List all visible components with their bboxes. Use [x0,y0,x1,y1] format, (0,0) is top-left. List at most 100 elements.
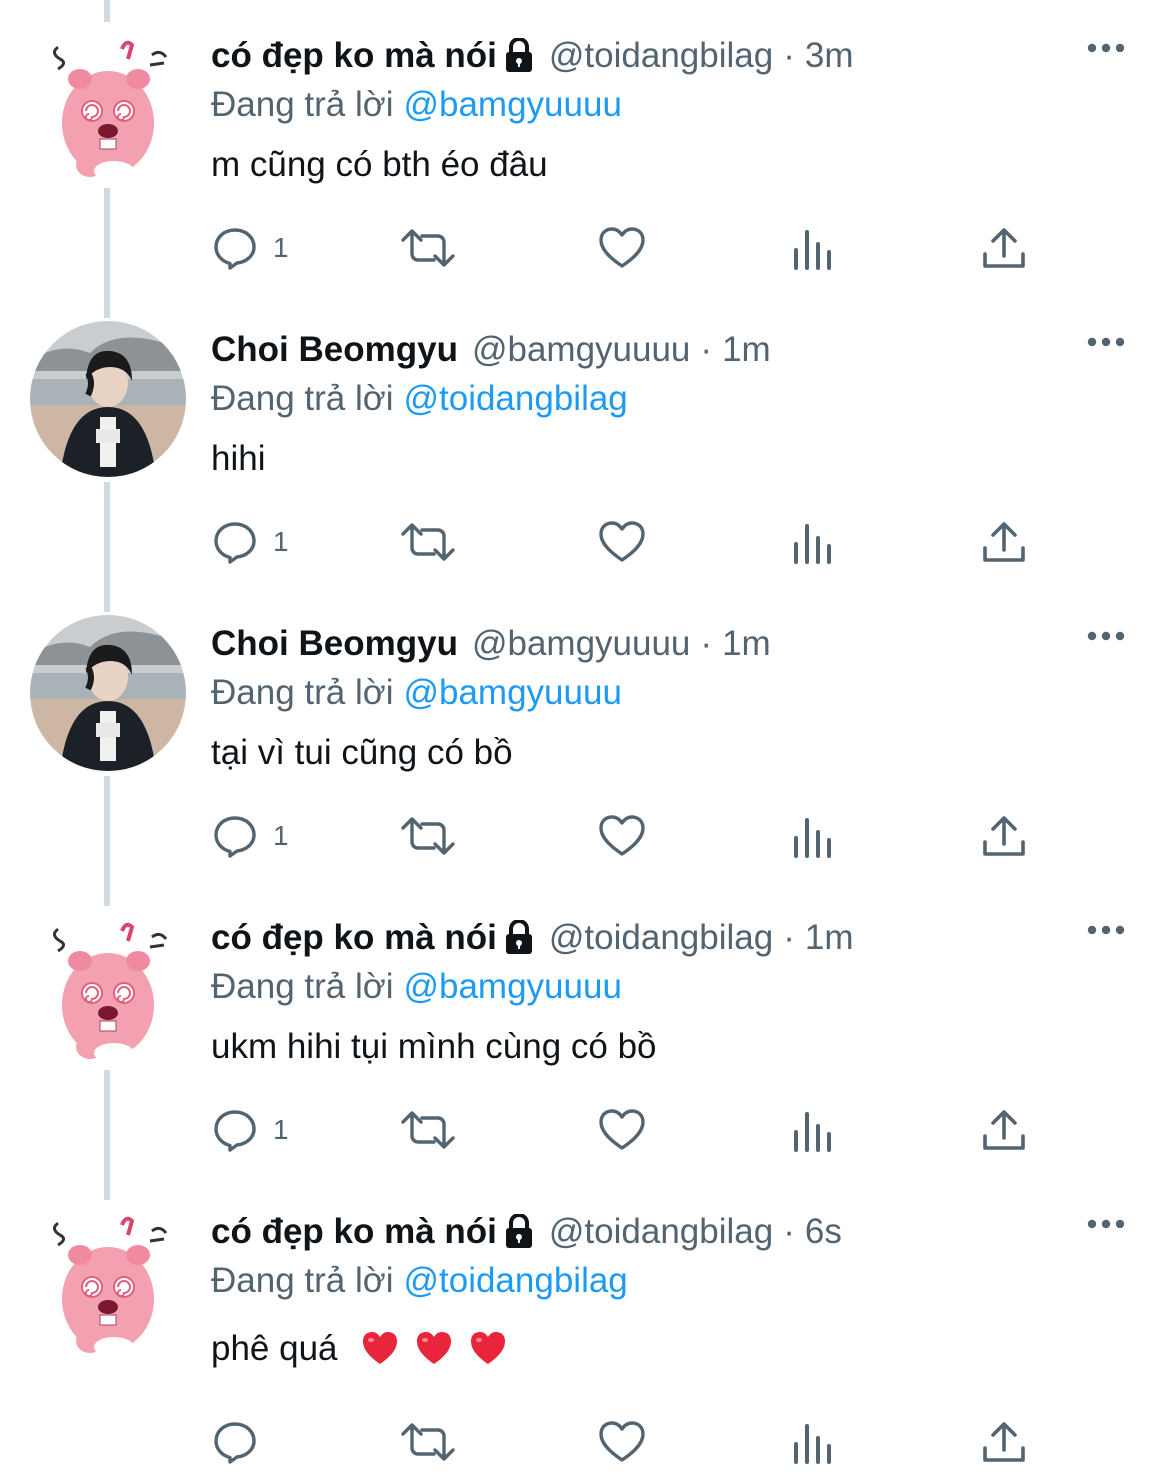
mention-link[interactable]: @toidangbilag [403,1261,627,1300]
tweet[interactable]: có đẹp ko mà nói @toidangbilag · 1m Đang… [0,882,1170,1176]
red-heart-emoji [417,1332,451,1364]
reply-count: 1 [273,1114,289,1145]
separator-dot: · [783,36,795,75]
replying-to: Đang trả lời @bamgyuuuu [211,670,622,716]
tweet[interactable]: Choi Beomgyu @bamgyuuuu · 1m Đang trả lờ… [0,588,1170,882]
like-button[interactable] [597,1414,647,1470]
user-handle[interactable]: @toidangbilag [549,33,773,79]
beach-photo-avatar[interactable] [30,321,186,477]
display-name[interactable]: Choi Beomgyu [211,327,458,373]
retweet-button[interactable] [399,1414,457,1470]
display-name[interactable]: có đẹp ko mà nói [211,1209,497,1255]
views-button[interactable] [791,1102,835,1158]
timestamp[interactable]: 6s [805,1209,842,1255]
timestamp[interactable]: 3m [805,33,854,79]
replying-to-label: Đang trả lời [211,379,394,418]
tweet-actions: 1 [211,808,1091,864]
pink-beaver-avatar[interactable] [30,909,186,1065]
reply-icon [214,228,256,270]
more-icon[interactable] [1086,1218,1126,1230]
like-icon [599,1421,645,1462]
views-icon [794,818,831,858]
like-button[interactable] [597,514,647,570]
reply-icon [214,1110,256,1152]
tweet-actions: 1 [211,1102,1091,1158]
red-heart-emoji [470,1332,505,1364]
views-button[interactable] [791,808,835,864]
replying-to-label: Đang trả lời [211,85,394,124]
like-button[interactable] [597,1102,647,1158]
retweet-icon [401,817,455,855]
display-name[interactable]: Choi Beomgyu [211,621,458,667]
tweet[interactable]: Choi Beomgyu @bamgyuuuu · 1m Đang trả lờ… [0,294,1170,588]
tweet-text: hihi [211,439,266,478]
timestamp[interactable]: 1m [805,915,854,961]
share-icon [983,1110,1025,1150]
timestamp[interactable]: 1m [722,327,771,373]
more-icon[interactable] [1086,630,1126,642]
user-handle[interactable]: @toidangbilag [549,915,773,961]
reply-button[interactable]: 1 [211,220,289,276]
like-icon [599,521,645,562]
mention-link[interactable]: @bamgyuuuu [403,85,621,124]
user-handle[interactable]: @bamgyuuuu [472,621,690,667]
lock-icon [505,38,532,72]
share-button[interactable] [981,1414,1027,1470]
like-icon [599,815,645,856]
tweet-text: ukm hihi tụi mình cùng có bồ [211,1027,657,1066]
share-button[interactable] [981,808,1027,864]
reply-count: 1 [273,232,289,263]
views-icon [794,230,831,270]
reply-button[interactable]: 1 [211,514,289,570]
pink-beaver-avatar[interactable] [30,27,186,183]
retweet-button[interactable] [399,514,457,570]
tweet-header: có đẹp ko mà nói @toidangbilag · 1m [211,915,853,961]
separator-dot: · [783,918,795,957]
user-handle[interactable]: @toidangbilag [549,1209,773,1255]
views-button[interactable] [791,1414,835,1470]
beach-photo-avatar[interactable] [30,615,186,771]
timestamp[interactable]: 1m [722,621,771,667]
share-icon [983,228,1025,268]
more-icon[interactable] [1086,336,1126,348]
retweet-button[interactable] [399,220,457,276]
retweet-icon [401,523,455,561]
retweet-icon [401,1423,455,1461]
replying-to: Đang trả lời @bamgyuuuu [211,82,622,128]
lock-icon [505,920,532,954]
tweet-actions: 1 [211,514,1091,570]
views-button[interactable] [791,220,835,276]
views-button[interactable] [791,514,835,570]
more-icon[interactable] [1086,924,1126,936]
mention-link[interactable]: @bamgyuuuu [403,673,621,712]
like-icon [599,227,645,268]
tweet-actions: 1 [211,220,1091,276]
retweet-icon [401,229,455,267]
like-icon [599,1109,645,1150]
user-handle[interactable]: @bamgyuuuu [472,327,690,373]
display-name[interactable]: có đẹp ko mà nói [211,915,497,961]
retweet-button[interactable] [399,808,457,864]
tweet[interactable]: có đẹp ko mà nói @toidangbilag · 3m Đang… [0,0,1170,294]
tweet[interactable]: có đẹp ko mà nói @toidangbilag · 6s Đang… [0,1176,1170,1470]
more-icon[interactable] [1086,42,1126,54]
views-icon [794,1112,831,1152]
reply-button[interactable]: 1 [211,808,289,864]
pink-beaver-avatar[interactable] [30,1203,186,1359]
reply-button[interactable] [211,1414,273,1470]
like-button[interactable] [597,220,647,276]
like-button[interactable] [597,808,647,864]
views-icon [794,1424,831,1464]
share-button[interactable] [981,1102,1027,1158]
lock-icon [505,1214,532,1248]
share-button[interactable] [981,514,1027,570]
tweet-text: phê quá [211,1326,507,1372]
replying-to: Đang trả lời @bamgyuuuu [211,964,622,1010]
share-button[interactable] [981,220,1027,276]
mention-link[interactable]: @toidangbilag [403,379,627,418]
reply-button[interactable]: 1 [211,1102,289,1158]
mention-link[interactable]: @bamgyuuuu [403,967,621,1006]
display-name[interactable]: có đẹp ko mà nói [211,33,497,79]
tweet-header: Choi Beomgyu @bamgyuuuu · 1m [211,327,771,373]
retweet-button[interactable] [399,1102,457,1158]
